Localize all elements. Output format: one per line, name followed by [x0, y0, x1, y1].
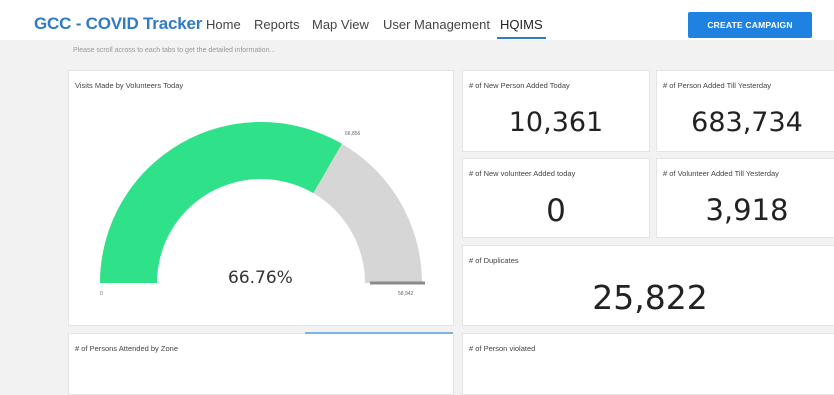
gauge-fill-arc — [100, 122, 342, 283]
chart-card-persons-by-zone: # of Persons Attended by Zone — [68, 333, 454, 395]
kpi-value: 25,822 — [592, 278, 708, 317]
kpi-card-new-volunteer-today: # of New volunteer Added today 0 — [462, 158, 650, 238]
kpi-card-duplicates: # of Duplicates 25,822 — [462, 245, 834, 326]
gauge-value-label: 66,856 — [345, 131, 361, 137]
gauge-max-label: 58,942 — [398, 291, 414, 297]
chart-card-title: # of Persons Attended by Zone — [75, 344, 178, 353]
chart-card-title: # of Person violated — [469, 344, 536, 353]
gauge-min-label: 0 — [100, 291, 103, 297]
kpi-card-person-till-yesterday: # of Person Added Till Yesterday 683,734 — [656, 70, 834, 152]
kpi-value: 10,361 — [508, 107, 604, 138]
kpi-title: # of Volunteer Added Till Yesterday — [663, 169, 779, 178]
gauge-percent-value: 66.76% — [228, 268, 293, 288]
kpi-value: 3,918 — [705, 193, 789, 227]
kpi-title: # of Duplicates — [469, 256, 519, 265]
kpi-card-new-person-today: # of New Person Added Today 10,361 — [462, 70, 650, 152]
kpi-title: # of Person Added Till Yesterday — [663, 81, 771, 90]
kpi-title: # of New volunteer Added today — [469, 169, 576, 178]
kpi-card-volunteer-till-yesterday: # of Volunteer Added Till Yesterday 3,91… — [656, 158, 834, 238]
chart-card-person-violated: # of Person violated — [462, 333, 834, 395]
kpi-value: 683,734 — [691, 107, 803, 138]
selection-accent-line — [305, 332, 453, 334]
kpi-value: 0 — [546, 193, 566, 229]
kpi-title: # of New Person Added Today — [469, 81, 570, 90]
